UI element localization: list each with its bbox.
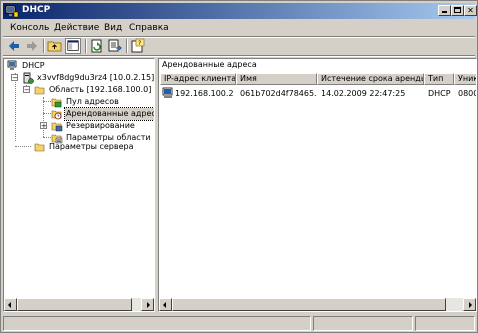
leased-addresses-icon bbox=[51, 110, 62, 120]
scroll-left-button[interactable] bbox=[4, 298, 17, 311]
cell-ip: 192.168.100.2 bbox=[175, 89, 234, 98]
tree-label-server: x3vvf8dg9du3rz4 [10.0.2.15] bbox=[37, 73, 155, 82]
tree-node-server-options[interactable]: Параметры сервера bbox=[34, 141, 154, 153]
menu-view[interactable]: Вид bbox=[104, 23, 122, 33]
scroll-thumb[interactable] bbox=[17, 298, 132, 311]
computer-icon bbox=[162, 87, 173, 98]
close-icon: ✕ bbox=[467, 6, 474, 15]
folder-open-icon bbox=[34, 86, 45, 95]
scroll-thumb[interactable] bbox=[172, 298, 446, 311]
tree-node-dhcp[interactable]: DHCP bbox=[7, 60, 147, 72]
tree-label-leased-addresses: Арендованные адреса bbox=[64, 107, 154, 121]
cell-name: 061b702d4f78465. bbox=[240, 89, 316, 98]
tree-line bbox=[43, 97, 44, 137]
title-bar[interactable]: DHCP ✕ bbox=[3, 3, 477, 19]
dhcp-app-icon bbox=[5, 5, 19, 18]
forward-arrow-icon[interactable] bbox=[24, 38, 40, 54]
column-header-unique-id[interactable]: Уникальный bbox=[454, 73, 476, 85]
tree-line bbox=[15, 146, 31, 147]
tree-label-address-pool: Пул адресов bbox=[66, 97, 119, 106]
back-arrow-icon[interactable] bbox=[6, 38, 22, 54]
tree-node-leased-addresses[interactable]: Арендованные адреса bbox=[51, 107, 154, 121]
show-hide-tree-icon[interactable] bbox=[65, 38, 81, 54]
export-list-icon[interactable] bbox=[107, 38, 123, 54]
status-panel-main bbox=[3, 316, 311, 331]
minimize-button[interactable] bbox=[438, 5, 451, 16]
details-horizontal-scrollbar[interactable] bbox=[159, 298, 476, 311]
address-pool-icon bbox=[51, 98, 62, 108]
tree-label-reservations: Резервирование bbox=[66, 121, 135, 130]
tree-line bbox=[15, 73, 16, 141]
status-panel-3 bbox=[415, 316, 475, 331]
column-header-lease-expiration[interactable]: Истечение срока аренды bbox=[317, 73, 424, 85]
collapse-server-toggle[interactable]: − bbox=[11, 74, 18, 82]
expand-reservations-toggle[interactable]: + bbox=[40, 122, 47, 130]
column-header-ip[interactable]: IP-адрес клиента bbox=[160, 73, 236, 85]
tree-line bbox=[43, 113, 51, 114]
details-title: Арендованные адреса bbox=[162, 60, 257, 69]
menu-console[interactable]: Консоль bbox=[10, 23, 49, 33]
cell-lease-expiration: 14.02.2009 22:47:25 bbox=[321, 89, 406, 98]
server-options-icon bbox=[34, 143, 45, 152]
menu-bar: Консоль Действие Вид Справка bbox=[3, 20, 475, 36]
svg-text:?: ? bbox=[138, 40, 141, 47]
console-tree: DHCP − x3vvf8dg9du3rz4 [10.0.2.15] − Обл… bbox=[3, 58, 155, 312]
status-panel-2 bbox=[313, 316, 413, 331]
tree-node-server[interactable]: x3vvf8dg9du3rz4 [10.0.2.15] bbox=[22, 72, 154, 84]
tree-label-dhcp: DHCP bbox=[22, 61, 45, 70]
collapse-scope-toggle[interactable]: − bbox=[23, 86, 30, 94]
toolbar-separator-3 bbox=[126, 39, 128, 53]
menu-help[interactable]: Справка bbox=[129, 23, 169, 33]
toolbar-separator-line bbox=[3, 55, 475, 57]
dhcp-window: DHCP ✕ Консоль Действие Вид Справка ? DH… bbox=[0, 0, 478, 333]
tree-node-address-pool[interactable]: Пул адресов bbox=[51, 96, 151, 108]
refresh-icon[interactable] bbox=[89, 38, 105, 54]
maximize-icon bbox=[454, 7, 461, 13]
server-icon bbox=[23, 72, 34, 84]
scroll-right-button[interactable] bbox=[463, 298, 476, 311]
right-arrow-icon bbox=[469, 302, 472, 308]
minimize-icon bbox=[442, 11, 447, 13]
tree-line bbox=[43, 137, 51, 138]
help-icon[interactable]: ? bbox=[130, 38, 146, 54]
toolbar: ? bbox=[3, 37, 475, 55]
up-folder-icon[interactable] bbox=[47, 38, 63, 54]
tree-line bbox=[43, 101, 51, 102]
cell-type: DHCP bbox=[428, 89, 451, 98]
toolbar-separator bbox=[43, 39, 45, 53]
menu-action[interactable]: Действие bbox=[54, 23, 99, 33]
details-pane: Арендованные адреса IP-адрес клиента Имя… bbox=[158, 58, 477, 312]
reservations-icon bbox=[51, 122, 63, 132]
scroll-left-button[interactable] bbox=[159, 298, 172, 311]
window-title: DHCP bbox=[22, 5, 51, 15]
right-arrow-icon bbox=[147, 302, 150, 308]
scroll-right-button[interactable] bbox=[141, 298, 154, 311]
left-arrow-icon bbox=[163, 302, 166, 308]
tree-horizontal-scrollbar[interactable] bbox=[4, 298, 154, 311]
tree-node-scope[interactable]: Область [192.168.100.0] DHCP bbox=[34, 84, 154, 96]
left-arrow-icon bbox=[8, 302, 11, 308]
column-header-name[interactable]: Имя bbox=[236, 73, 317, 85]
tree-label-scope: Область [192.168.100.0] DHCP bbox=[49, 85, 154, 94]
tree-node-reservations[interactable]: Резервирование bbox=[51, 120, 151, 132]
tree-label-server-options: Параметры сервера bbox=[49, 142, 134, 151]
close-button[interactable]: ✕ bbox=[464, 5, 477, 16]
cell-unique-id: 0800 bbox=[458, 89, 477, 98]
column-header-type[interactable]: Тип bbox=[424, 73, 454, 85]
toolbar-separator-2 bbox=[85, 39, 87, 53]
maximize-button[interactable] bbox=[451, 5, 464, 16]
dhcp-root-icon bbox=[7, 60, 17, 70]
